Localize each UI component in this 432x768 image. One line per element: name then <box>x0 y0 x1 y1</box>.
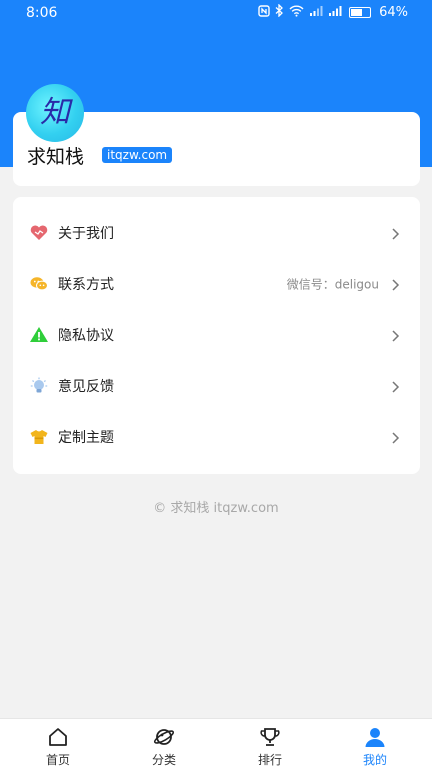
tab-label: 我的 <box>362 753 387 767</box>
avatar[interactable]: 知 <box>26 84 84 142</box>
copyright-text: © 求知栈 itqzw.com <box>153 501 279 516</box>
signal-icon <box>309 5 323 21</box>
tab-home[interactable]: 首页 <box>4 719 112 768</box>
bottom-tab-bar: 首页 分类 排行 我的 <box>0 718 432 768</box>
wechat-icon <box>29 274 49 294</box>
chevron-right-icon <box>388 277 402 291</box>
chevron-right-icon <box>388 430 402 444</box>
tab-label: 分类 <box>151 753 176 767</box>
menu-card: 关于我们 联系方式 微信号：deligou 隐私协议 意见反馈 定制主题 <box>13 197 420 474</box>
tab-mine[interactable]: 我的 <box>321 719 429 768</box>
nfc-icon <box>258 4 270 21</box>
tab-label: 排行 <box>257 753 282 767</box>
chevron-right-icon <box>388 226 402 240</box>
menu-item-privacy[interactable]: 隐私协议 <box>13 309 420 360</box>
avatar-char: 知 <box>40 95 73 130</box>
menu-item-label: 隐私协议 <box>58 328 114 344</box>
menu-item-theme[interactable]: 定制主题 <box>13 411 420 462</box>
status-icons: 64% <box>258 3 408 21</box>
menu-item-contact[interactable]: 联系方式 微信号：deligou <box>13 258 420 309</box>
bluetooth-icon <box>275 3 284 21</box>
menu-item-label: 意见反馈 <box>58 379 114 395</box>
home-icon <box>49 728 67 746</box>
menu-item-label: 联系方式 <box>58 277 114 293</box>
chevron-right-icon <box>388 379 402 393</box>
menu-item-about[interactable]: 关于我们 <box>13 207 420 258</box>
status-time: 8:06 <box>26 5 58 21</box>
battery-icon <box>349 7 372 18</box>
menu-item-label: 关于我们 <box>58 226 114 242</box>
wifi-icon <box>289 5 304 21</box>
battery-percent: 64% <box>379 5 408 20</box>
trophy-icon <box>260 728 280 746</box>
shirt-icon <box>29 427 49 447</box>
warning-icon <box>29 325 49 345</box>
status-bar: 8:06 64% <box>0 0 432 26</box>
site-badge: itqzw.com <box>102 147 173 163</box>
chevron-right-icon <box>388 328 402 342</box>
signal-icon <box>328 5 342 21</box>
menu-item-label: 定制主题 <box>58 430 114 446</box>
profile-name: 求知栈 <box>27 146 85 168</box>
planet-icon <box>153 729 175 745</box>
tab-category[interactable]: 分类 <box>110 719 218 768</box>
tab-ranking[interactable]: 排行 <box>216 719 324 768</box>
lightbulb-icon <box>29 376 49 396</box>
heart-icon <box>29 223 49 243</box>
user-icon <box>365 728 385 747</box>
wechat-id-value: 微信号：deligou <box>286 277 379 292</box>
tab-label: 首页 <box>45 753 70 767</box>
menu-item-feedback[interactable]: 意见反馈 <box>13 360 420 411</box>
